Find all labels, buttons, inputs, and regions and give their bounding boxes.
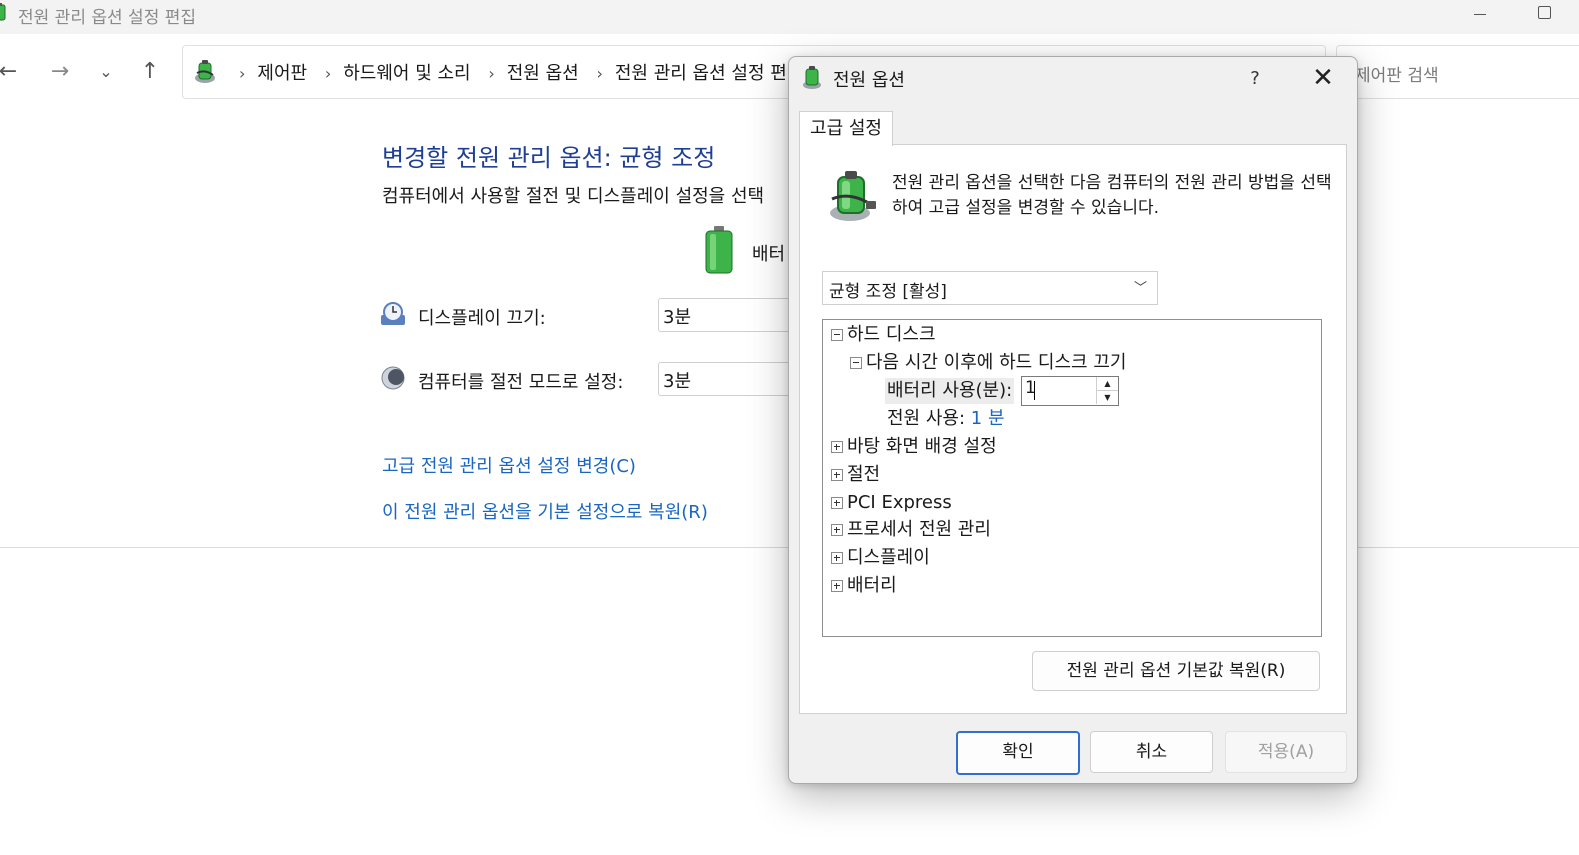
collapse-icon[interactable] (850, 357, 862, 369)
window-title: 전원 관리 옵션 설정 편집 (18, 8, 197, 28)
power-options-icon (830, 171, 876, 221)
search-input[interactable]: 제어판 검색 (1336, 45, 1579, 99)
page-title: 변경할 전원 관리 옵션: 균형 조정 (382, 144, 716, 172)
tree-setting-plugged-in[interactable]: 전원 사용: 1 분 (887, 406, 1005, 432)
clock-icon (381, 302, 405, 325)
on-battery-label: 배터리 사용(분): (885, 378, 1015, 404)
expand-icon[interactable] (831, 469, 843, 481)
restore-defaults-button[interactable]: 전원 관리 옵션 기본값 복원(R) (1032, 651, 1320, 691)
title-bar: 전원 관리 옵션 설정 편집 (0, 0, 1579, 34)
plugged-in-value[interactable]: 1 분 (971, 408, 1005, 429)
close-icon[interactable]: ✕ (1305, 63, 1341, 95)
breadcrumb-item[interactable]: 전원 관리 옵션 설정 편 (615, 63, 787, 84)
back-arrow-icon[interactable]: ← (0, 51, 26, 91)
advanced-settings-panel: 전원 관리 옵션을 선택한 다음 컴퓨터의 전원 관리 방법을 선택하여 고급 … (799, 144, 1347, 714)
expand-icon[interactable] (831, 552, 843, 564)
apply-button[interactable]: 적용(A) (1225, 731, 1347, 773)
display-off-label: 디스플레이 끄기: (418, 308, 546, 329)
ok-button[interactable]: 확인 (956, 731, 1080, 775)
display-off-value: 3분 (663, 307, 692, 328)
on-battery-spinner[interactable]: 1 ▲ ▼ (1021, 376, 1119, 406)
search-placeholder: 제어판 검색 (1355, 66, 1439, 86)
dialog-description: 전원 관리 옵션을 선택한 다음 컴퓨터의 전원 관리 방법을 선택하여 고급 … (892, 173, 1332, 218)
sleep-value: 3분 (663, 371, 692, 392)
dialog-title: 전원 옵션 (833, 70, 905, 91)
power-options-icon (803, 66, 821, 89)
restore-plan-link[interactable]: 이 전원 관리 옵션을 기본 설정으로 복원(R) (382, 498, 708, 524)
up-arrow-icon[interactable]: ↑ (132, 51, 168, 91)
forward-arrow-icon[interactable]: → (42, 51, 78, 91)
plan-select-value: 균형 조정 [활성] (829, 282, 947, 302)
plan-select[interactable]: 균형 조정 [활성] ﹀ (822, 271, 1158, 305)
collapse-icon[interactable] (831, 329, 843, 341)
help-button[interactable]: ? (1237, 63, 1273, 95)
sleep-label: 컴퓨터를 절전 모드로 설정: (418, 372, 624, 393)
cancel-button[interactable]: 취소 (1090, 731, 1213, 773)
breadcrumb-item[interactable]: 제어판 (257, 63, 307, 84)
plugged-in-label: 전원 사용: (887, 408, 966, 429)
chevron-down-icon: ﹀ (1133, 281, 1147, 296)
breadcrumb-item[interactable]: 하드웨어 및 소리 (343, 63, 470, 84)
battery-column-label: 배터 (752, 244, 786, 265)
advanced-settings-link[interactable]: 고급 전원 관리 옵션 설정 변경(C) (382, 452, 636, 478)
expand-icon[interactable] (831, 441, 843, 453)
expand-icon[interactable] (831, 497, 843, 509)
chevron-down-icon[interactable]: ⌄ (88, 51, 124, 91)
settings-tree[interactable]: 하드 디스크 다음 시간 이후에 하드 디스크 끄기 배터리 사용(분): 1 … (822, 319, 1322, 637)
spin-up-icon[interactable]: ▲ (1096, 377, 1118, 391)
power-options-icon (195, 60, 215, 83)
breadcrumb: › 제어판 › 하드웨어 및 소리 › 전원 옵션 › 전원 관리 옵션 설정 편 (239, 63, 787, 84)
power-options-icon (0, 3, 6, 21)
breadcrumb-item[interactable]: 전원 옵션 (507, 63, 579, 84)
battery-icon (705, 226, 733, 274)
text-cursor (1034, 381, 1035, 400)
power-options-dialog: 전원 옵션 ? ✕ 고급 설정 전원 관리 옵션을 선택한 다음 컴퓨터의 전원… (788, 56, 1358, 784)
moon-icon (381, 366, 405, 390)
page-description: 컴퓨터에서 사용할 절전 및 디스플레이 설정을 선택 (382, 186, 765, 207)
expand-icon[interactable] (831, 580, 843, 592)
tab-advanced-settings[interactable]: 고급 설정 (799, 111, 893, 146)
minimize-button[interactable] (1466, 2, 1496, 26)
maximize-button[interactable] (1530, 2, 1560, 26)
expand-icon[interactable] (831, 524, 843, 536)
spin-down-icon[interactable]: ▼ (1096, 391, 1118, 404)
